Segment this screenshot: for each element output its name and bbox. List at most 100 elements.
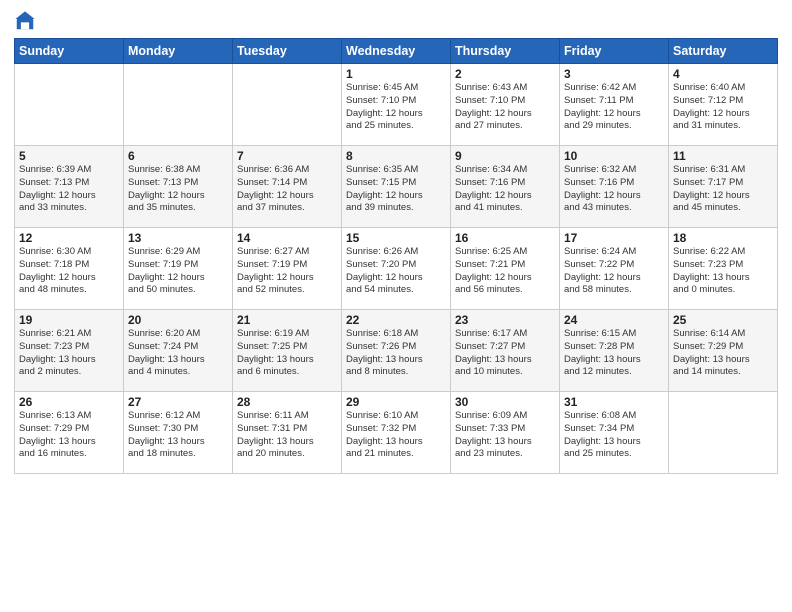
week-row-4: 26Sunrise: 6:13 AM Sunset: 7:29 PM Dayli… — [15, 392, 778, 474]
week-row-2: 12Sunrise: 6:30 AM Sunset: 7:18 PM Dayli… — [15, 228, 778, 310]
day-cell — [669, 392, 778, 474]
day-info: Sunrise: 6:39 AM Sunset: 7:13 PM Dayligh… — [19, 164, 119, 215]
day-info: Sunrise: 6:17 AM Sunset: 7:27 PM Dayligh… — [455, 328, 555, 379]
day-number: 5 — [19, 149, 119, 163]
day-number: 16 — [455, 231, 555, 245]
day-info: Sunrise: 6:43 AM Sunset: 7:10 PM Dayligh… — [455, 82, 555, 133]
day-info: Sunrise: 6:19 AM Sunset: 7:25 PM Dayligh… — [237, 328, 337, 379]
day-info: Sunrise: 6:15 AM Sunset: 7:28 PM Dayligh… — [564, 328, 664, 379]
day-number: 8 — [346, 149, 446, 163]
day-cell: 28Sunrise: 6:11 AM Sunset: 7:31 PM Dayli… — [233, 392, 342, 474]
weekday-tuesday: Tuesday — [233, 39, 342, 64]
day-info: Sunrise: 6:22 AM Sunset: 7:23 PM Dayligh… — [673, 246, 773, 297]
day-info: Sunrise: 6:25 AM Sunset: 7:21 PM Dayligh… — [455, 246, 555, 297]
day-number: 14 — [237, 231, 337, 245]
day-number: 21 — [237, 313, 337, 327]
day-info: Sunrise: 6:38 AM Sunset: 7:13 PM Dayligh… — [128, 164, 228, 215]
day-cell: 6Sunrise: 6:38 AM Sunset: 7:13 PM Daylig… — [124, 146, 233, 228]
day-number: 30 — [455, 395, 555, 409]
day-number: 9 — [455, 149, 555, 163]
day-cell: 1Sunrise: 6:45 AM Sunset: 7:10 PM Daylig… — [342, 64, 451, 146]
day-number: 24 — [564, 313, 664, 327]
day-cell — [233, 64, 342, 146]
day-number: 18 — [673, 231, 773, 245]
day-cell: 10Sunrise: 6:32 AM Sunset: 7:16 PM Dayli… — [560, 146, 669, 228]
day-cell: 2Sunrise: 6:43 AM Sunset: 7:10 PM Daylig… — [451, 64, 560, 146]
day-cell: 30Sunrise: 6:09 AM Sunset: 7:33 PM Dayli… — [451, 392, 560, 474]
day-number: 23 — [455, 313, 555, 327]
day-info: Sunrise: 6:42 AM Sunset: 7:11 PM Dayligh… — [564, 82, 664, 133]
day-cell: 23Sunrise: 6:17 AM Sunset: 7:27 PM Dayli… — [451, 310, 560, 392]
day-number: 2 — [455, 67, 555, 81]
day-number: 6 — [128, 149, 228, 163]
day-number: 29 — [346, 395, 446, 409]
day-number: 3 — [564, 67, 664, 81]
day-info: Sunrise: 6:14 AM Sunset: 7:29 PM Dayligh… — [673, 328, 773, 379]
day-number: 12 — [19, 231, 119, 245]
week-row-1: 5Sunrise: 6:39 AM Sunset: 7:13 PM Daylig… — [15, 146, 778, 228]
day-cell: 22Sunrise: 6:18 AM Sunset: 7:26 PM Dayli… — [342, 310, 451, 392]
day-cell: 4Sunrise: 6:40 AM Sunset: 7:12 PM Daylig… — [669, 64, 778, 146]
weekday-monday: Monday — [124, 39, 233, 64]
weekday-friday: Friday — [560, 39, 669, 64]
calendar: SundayMondayTuesdayWednesdayThursdayFrid… — [14, 38, 778, 474]
day-number: 11 — [673, 149, 773, 163]
day-info: Sunrise: 6:11 AM Sunset: 7:31 PM Dayligh… — [237, 410, 337, 461]
day-cell: 5Sunrise: 6:39 AM Sunset: 7:13 PM Daylig… — [15, 146, 124, 228]
day-cell: 21Sunrise: 6:19 AM Sunset: 7:25 PM Dayli… — [233, 310, 342, 392]
day-cell: 11Sunrise: 6:31 AM Sunset: 7:17 PM Dayli… — [669, 146, 778, 228]
day-cell: 14Sunrise: 6:27 AM Sunset: 7:19 PM Dayli… — [233, 228, 342, 310]
day-cell: 27Sunrise: 6:12 AM Sunset: 7:30 PM Dayli… — [124, 392, 233, 474]
day-info: Sunrise: 6:21 AM Sunset: 7:23 PM Dayligh… — [19, 328, 119, 379]
day-info: Sunrise: 6:24 AM Sunset: 7:22 PM Dayligh… — [564, 246, 664, 297]
day-info: Sunrise: 6:12 AM Sunset: 7:30 PM Dayligh… — [128, 410, 228, 461]
day-cell: 16Sunrise: 6:25 AM Sunset: 7:21 PM Dayli… — [451, 228, 560, 310]
day-info: Sunrise: 6:30 AM Sunset: 7:18 PM Dayligh… — [19, 246, 119, 297]
day-cell: 18Sunrise: 6:22 AM Sunset: 7:23 PM Dayli… — [669, 228, 778, 310]
weekday-saturday: Saturday — [669, 39, 778, 64]
day-number: 4 — [673, 67, 773, 81]
day-cell: 9Sunrise: 6:34 AM Sunset: 7:16 PM Daylig… — [451, 146, 560, 228]
day-info: Sunrise: 6:20 AM Sunset: 7:24 PM Dayligh… — [128, 328, 228, 379]
day-info: Sunrise: 6:18 AM Sunset: 7:26 PM Dayligh… — [346, 328, 446, 379]
day-number: 20 — [128, 313, 228, 327]
day-cell: 8Sunrise: 6:35 AM Sunset: 7:15 PM Daylig… — [342, 146, 451, 228]
day-info: Sunrise: 6:08 AM Sunset: 7:34 PM Dayligh… — [564, 410, 664, 461]
day-cell: 3Sunrise: 6:42 AM Sunset: 7:11 PM Daylig… — [560, 64, 669, 146]
day-number: 28 — [237, 395, 337, 409]
day-cell: 31Sunrise: 6:08 AM Sunset: 7:34 PM Dayli… — [560, 392, 669, 474]
day-info: Sunrise: 6:31 AM Sunset: 7:17 PM Dayligh… — [673, 164, 773, 215]
day-info: Sunrise: 6:29 AM Sunset: 7:19 PM Dayligh… — [128, 246, 228, 297]
day-info: Sunrise: 6:13 AM Sunset: 7:29 PM Dayligh… — [19, 410, 119, 461]
day-info: Sunrise: 6:32 AM Sunset: 7:16 PM Dayligh… — [564, 164, 664, 215]
week-row-3: 19Sunrise: 6:21 AM Sunset: 7:23 PM Dayli… — [15, 310, 778, 392]
weekday-wednesday: Wednesday — [342, 39, 451, 64]
day-info: Sunrise: 6:09 AM Sunset: 7:33 PM Dayligh… — [455, 410, 555, 461]
day-info: Sunrise: 6:40 AM Sunset: 7:12 PM Dayligh… — [673, 82, 773, 133]
page: SundayMondayTuesdayWednesdayThursdayFrid… — [0, 0, 792, 612]
day-info: Sunrise: 6:36 AM Sunset: 7:14 PM Dayligh… — [237, 164, 337, 215]
logo — [14, 10, 40, 32]
day-info: Sunrise: 6:35 AM Sunset: 7:15 PM Dayligh… — [346, 164, 446, 215]
day-cell: 12Sunrise: 6:30 AM Sunset: 7:18 PM Dayli… — [15, 228, 124, 310]
day-cell: 25Sunrise: 6:14 AM Sunset: 7:29 PM Dayli… — [669, 310, 778, 392]
day-info: Sunrise: 6:10 AM Sunset: 7:32 PM Dayligh… — [346, 410, 446, 461]
day-number: 7 — [237, 149, 337, 163]
day-cell — [15, 64, 124, 146]
day-cell: 13Sunrise: 6:29 AM Sunset: 7:19 PM Dayli… — [124, 228, 233, 310]
day-cell: 26Sunrise: 6:13 AM Sunset: 7:29 PM Dayli… — [15, 392, 124, 474]
weekday-sunday: Sunday — [15, 39, 124, 64]
day-number: 19 — [19, 313, 119, 327]
day-info: Sunrise: 6:34 AM Sunset: 7:16 PM Dayligh… — [455, 164, 555, 215]
day-cell: 29Sunrise: 6:10 AM Sunset: 7:32 PM Dayli… — [342, 392, 451, 474]
header — [14, 10, 778, 32]
day-cell: 20Sunrise: 6:20 AM Sunset: 7:24 PM Dayli… — [124, 310, 233, 392]
day-number: 17 — [564, 231, 664, 245]
day-number: 1 — [346, 67, 446, 81]
weekday-thursday: Thursday — [451, 39, 560, 64]
day-info: Sunrise: 6:26 AM Sunset: 7:20 PM Dayligh… — [346, 246, 446, 297]
day-number: 10 — [564, 149, 664, 163]
day-cell: 19Sunrise: 6:21 AM Sunset: 7:23 PM Dayli… — [15, 310, 124, 392]
day-info: Sunrise: 6:45 AM Sunset: 7:10 PM Dayligh… — [346, 82, 446, 133]
day-number: 25 — [673, 313, 773, 327]
